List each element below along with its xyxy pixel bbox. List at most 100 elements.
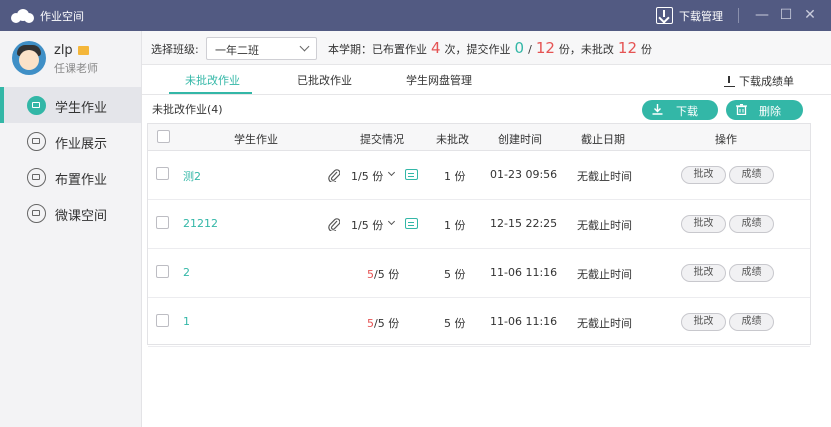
homework-name-link[interactable]: 21212 — [183, 217, 218, 230]
paperclip-icon[interactable] — [328, 168, 340, 182]
paperclip-icon[interactable] — [328, 217, 340, 231]
created-time: 11-06 11:16 — [490, 315, 558, 328]
comment-icon[interactable] — [405, 169, 418, 180]
deadline: 无截止时间 — [577, 317, 632, 330]
filter-bar: 选择班级: 一年二班 本学期：已布置作业 4 次，提交作业 0/12 份，未批改 12 份 — [142, 31, 831, 65]
score-button[interactable]: 成绩 — [729, 264, 774, 282]
deadline: 无截止时间 — [577, 219, 632, 232]
sidebar-item-microlesson[interactable]: 微课空间 — [0, 195, 141, 231]
avatar[interactable] — [12, 41, 46, 75]
semester-stats: 本学期：已布置作业 4 次，提交作业 0/12 份，未批改 12 份 — [328, 39, 652, 57]
sidebar-item-label: 作业展示 — [55, 137, 108, 152]
grade-button[interactable]: 批改 — [681, 215, 726, 233]
ungraded-count: 5 份 — [444, 268, 466, 281]
row-checkbox[interactable] — [156, 265, 169, 278]
submitted-count: 5 — [367, 317, 374, 330]
grade-button[interactable]: 批改 — [681, 264, 726, 282]
layers-icon — [27, 96, 46, 115]
ungraded-count: 1 份 — [444, 170, 466, 183]
download-icon — [724, 75, 735, 87]
column-header: 提交情况 — [360, 133, 404, 146]
tab-graded[interactable]: 已批改作业 — [297, 72, 352, 88]
download-icon — [656, 7, 673, 24]
trash-icon — [736, 104, 747, 115]
deadline: 无截止时间 — [577, 268, 632, 281]
score-button[interactable]: 成绩 — [729, 215, 774, 233]
tab-bar: 未批改作业 已批改作业 学生网盘管理 下载成绩单 — [142, 65, 831, 95]
ungraded-count: 1 份 — [444, 219, 466, 232]
download-button[interactable]: 下载 — [642, 100, 718, 120]
select-all-checkbox[interactable] — [157, 130, 170, 143]
maximize-button[interactable]: ☐ — [777, 6, 795, 24]
teacher-badge-icon — [78, 46, 89, 55]
sidebar-item-homework-showcase[interactable]: 作业展示 — [0, 123, 141, 159]
column-header: 学生作业 — [234, 133, 278, 146]
homework-name-link[interactable]: 测2 — [183, 168, 201, 184]
table-row: 21212 1/5 份 1 份 12-15 22:25 无截止时间 批改 成绩 — [148, 200, 810, 249]
submitted-count: 1 — [351, 170, 358, 183]
grade-button[interactable]: 批改 — [681, 313, 726, 331]
download-button-label: 下载 — [676, 105, 698, 118]
sidebar-item-assign-homework[interactable]: 布置作业 — [0, 159, 141, 195]
score-button[interactable]: 成绩 — [729, 166, 774, 184]
stats-text: 本学期：已布置作业 — [328, 43, 427, 56]
submission-status: 5/5 份 — [367, 315, 399, 331]
submitted-count: 5 — [367, 268, 374, 281]
submission-status: 1/5 份 — [351, 168, 383, 184]
stats-text: 份，未批改 — [558, 43, 614, 56]
homework-table: 学生作业 提交情况 未批改 创建时间 截止日期 操作 测2 1/5 份 1 份 … — [147, 123, 811, 347]
submission-total: /5 份 — [374, 317, 400, 330]
submission-total: /5 份 — [374, 268, 400, 281]
tab-ungraded[interactable]: 未批改作业 — [185, 72, 240, 88]
comment-icon[interactable] — [405, 218, 418, 229]
download-grades-label: 下载成绩单 — [739, 75, 794, 88]
chevron-down-icon — [299, 41, 310, 52]
homework-name-link[interactable]: 2 — [183, 266, 190, 279]
cloud-logo-icon — [11, 9, 34, 23]
score-button[interactable]: 成绩 — [729, 313, 774, 331]
assigned-count: 4 — [431, 39, 441, 57]
download-manager-button[interactable]: 下载管理 — [656, 6, 723, 25]
active-tab-indicator — [169, 92, 252, 94]
table-row: 1 5/5 份 5 份 11-06 11:16 无截止时间 批改 成绩 — [148, 298, 810, 347]
sidebar-item-student-homework[interactable]: 学生作业 — [0, 87, 141, 123]
row-checkbox[interactable] — [156, 314, 169, 327]
submitted-count: 1 — [351, 219, 358, 232]
download-icon — [652, 104, 663, 115]
class-select-value: 一年二班 — [215, 44, 259, 57]
chevron-down-icon[interactable] — [387, 168, 396, 177]
row-checkbox[interactable] — [156, 167, 169, 180]
title-divider — [738, 8, 739, 23]
tab-student-drive[interactable]: 学生网盘管理 — [406, 72, 472, 88]
deadline: 无截止时间 — [577, 170, 632, 183]
class-select[interactable]: 一年二班 — [206, 37, 317, 60]
created-time: 01-23 09:56 — [490, 168, 558, 181]
edit-icon — [27, 168, 46, 187]
homework-name-link[interactable]: 1 — [183, 315, 190, 328]
column-header: 未批改 — [436, 133, 469, 146]
download-grades-link[interactable]: 下载成绩单 — [724, 73, 794, 89]
app-title: 作业空间 — [40, 10, 84, 23]
ungraded-count: 5 份 — [444, 317, 466, 330]
row-checkbox[interactable] — [156, 216, 169, 229]
grade-button[interactable]: 批改 — [681, 166, 726, 184]
username: zlp — [54, 43, 73, 58]
table-header: 学生作业 提交情况 未批改 创建时间 截止日期 操作 — [148, 124, 810, 151]
total-count: 12 — [535, 39, 555, 57]
created-time: 12-15 22:25 — [490, 217, 558, 230]
user-role: 任课老师 — [54, 62, 98, 75]
submission-total: /5 份 — [358, 219, 384, 232]
chevron-down-icon[interactable] — [387, 217, 396, 226]
column-header: 创建时间 — [498, 133, 542, 146]
submission-status: 5/5 份 — [367, 266, 399, 282]
delete-button-label: 删除 — [759, 105, 781, 118]
submission-total: /5 份 — [358, 170, 384, 183]
trophy-icon — [27, 132, 46, 151]
created-time: 11-06 11:16 — [490, 266, 558, 279]
sidebar-item-label: 微课空间 — [55, 209, 108, 224]
table-row: 测2 1/5 份 1 份 01-23 09:56 无截止时间 批改 成绩 — [148, 151, 810, 200]
ungraded-count: 12 — [617, 39, 637, 57]
delete-button[interactable]: 删除 — [726, 100, 803, 120]
minimize-button[interactable]: — — [753, 6, 771, 24]
close-button[interactable]: ✕ — [801, 6, 819, 24]
